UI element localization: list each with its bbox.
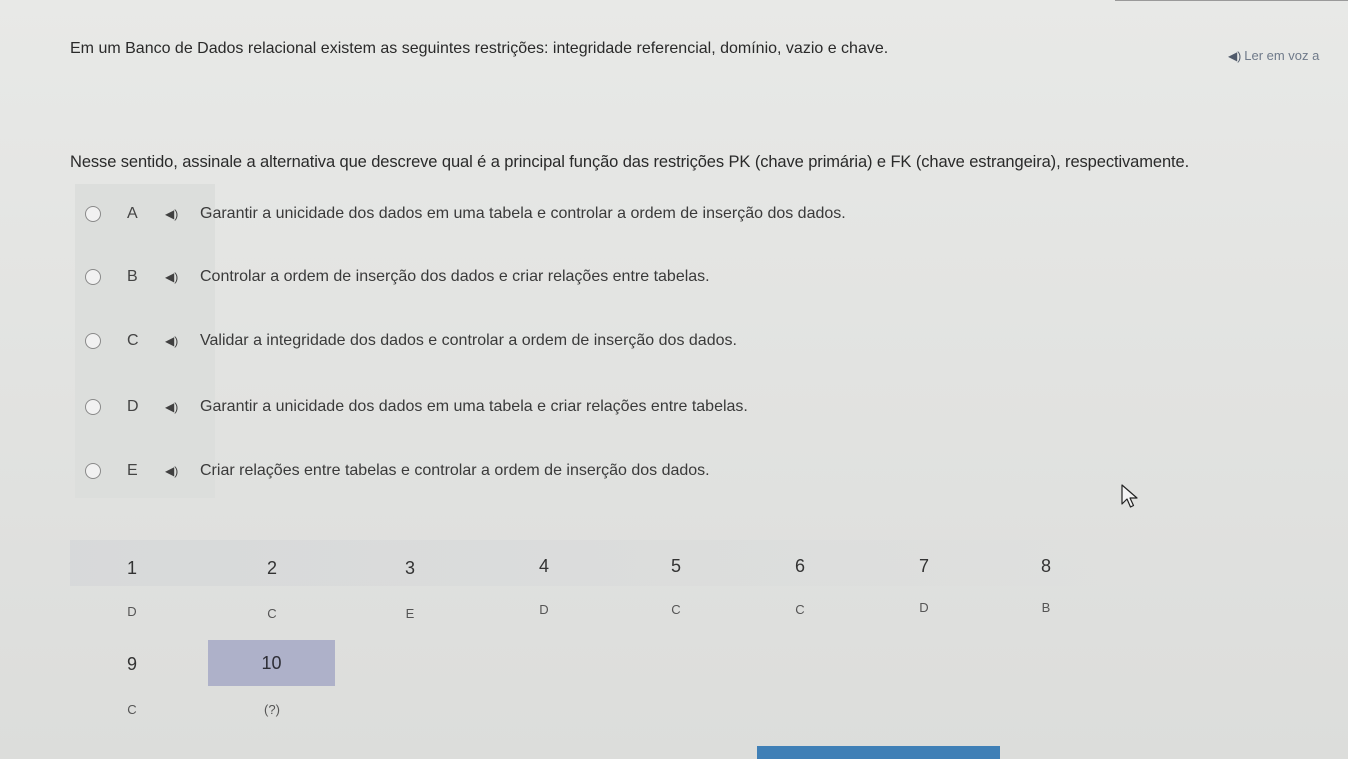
grid-question-10-active[interactable]: 10 — [208, 640, 335, 686]
option-b-radio[interactable] — [85, 269, 101, 285]
option-d[interactable]: D ◀︎) Garantir a unicidade dos dados em … — [85, 392, 748, 422]
option-c[interactable]: C ◀︎) Validar a integridade dos dados e … — [85, 326, 737, 356]
read-aloud-label: Ler em voz a — [1244, 48, 1320, 63]
grid-answer-4: D — [539, 602, 549, 617]
option-b[interactable]: B ◀︎) Controlar a ordem de inserção dos … — [85, 262, 710, 292]
option-c-text: Validar a integridade dos dados e contro… — [200, 332, 737, 349]
option-d-text: Garantir a unicidade dos dados em uma ta… — [200, 398, 748, 415]
option-e-radio[interactable] — [85, 463, 101, 479]
mouse-pointer-icon — [1121, 484, 1138, 508]
option-e-letter: E — [127, 462, 138, 479]
option-a-letter: A — [127, 205, 138, 222]
speaker-icon: ◀︎) — [1228, 49, 1242, 63]
answer-grid-header-band — [70, 540, 1100, 586]
grid-question-2[interactable]: 2 — [252, 558, 292, 579]
grid-answer-7: D — [919, 600, 929, 615]
grid-answer-1: D — [127, 604, 137, 619]
speaker-icon[interactable]: ◀︎) — [165, 464, 183, 478]
grid-answer-2: C — [267, 606, 277, 621]
bottom-action-bar[interactable] — [757, 746, 1000, 759]
grid-question-3[interactable]: 3 — [390, 558, 430, 579]
option-b-text: Controlar a ordem de inserção dos dados … — [200, 268, 710, 285]
grid-question-5[interactable]: 5 — [656, 556, 696, 577]
option-c-letter: C — [127, 332, 139, 349]
speaker-icon[interactable]: ◀︎) — [165, 334, 183, 348]
option-a-text: Garantir a unicidade dos dados em uma ta… — [200, 205, 846, 222]
grid-question-10: 10 — [261, 652, 282, 673]
grid-answer-9: C — [127, 702, 137, 717]
speaker-icon[interactable]: ◀︎) — [165, 270, 183, 284]
grid-answer-5: C — [671, 602, 681, 617]
question-intro: Em um Banco de Dados relacional existem … — [70, 40, 889, 57]
grid-question-7[interactable]: 7 — [904, 556, 944, 577]
grid-question-8[interactable]: 8 — [1026, 556, 1066, 577]
option-d-radio[interactable] — [85, 399, 101, 415]
grid-answer-10: (?) — [264, 702, 280, 717]
grid-answer-8: B — [1041, 600, 1051, 615]
speaker-icon[interactable]: ◀︎) — [165, 207, 183, 221]
option-e-text: Criar relações entre tabelas e controlar… — [200, 462, 710, 479]
grid-question-9[interactable]: 9 — [112, 654, 152, 675]
grid-answer-6: C — [795, 602, 805, 617]
read-aloud-button[interactable]: ◀︎) Ler em voz a — [1228, 48, 1319, 63]
option-c-radio[interactable] — [85, 333, 101, 349]
question-prompt: Nesse sentido, assinale a alternativa qu… — [70, 153, 1190, 171]
option-b-letter: B — [127, 268, 138, 285]
option-a-radio[interactable] — [85, 206, 101, 222]
speaker-icon[interactable]: ◀︎) — [165, 400, 183, 414]
grid-answer-3: E — [405, 606, 415, 621]
grid-question-6[interactable]: 6 — [780, 556, 820, 577]
grid-question-4[interactable]: 4 — [524, 556, 564, 577]
top-divider — [1115, 0, 1348, 1]
grid-question-1[interactable]: 1 — [112, 558, 152, 579]
option-e[interactable]: E ◀︎) Criar relações entre tabelas e con… — [85, 456, 710, 486]
option-a[interactable]: A ◀︎) Garantir a unicidade dos dados em … — [85, 199, 846, 229]
option-d-letter: D — [127, 398, 139, 415]
